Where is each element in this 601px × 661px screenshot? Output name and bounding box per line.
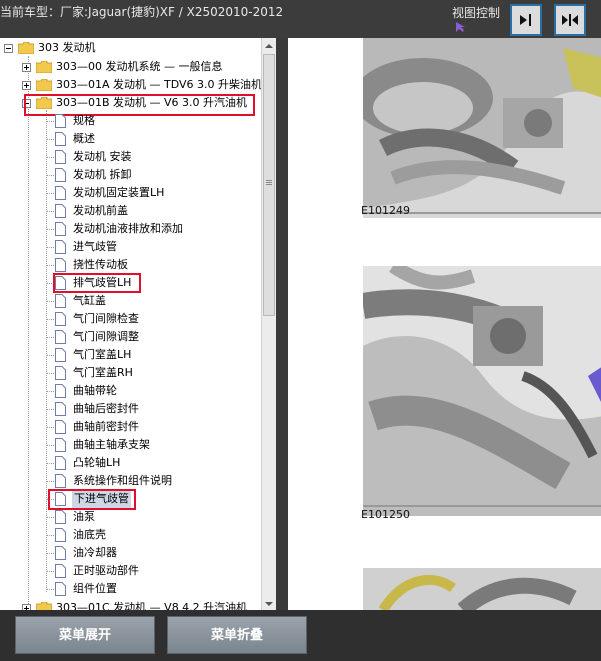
tree-leaf-label: 系统操作和组件说明 bbox=[73, 474, 172, 487]
tree-leaf-label: 发动机 安装 bbox=[73, 150, 132, 163]
tree-leaf-label: 气门室盖LH bbox=[73, 348, 132, 361]
navigation-tree: 303 发动机 303—00 发动机系统 — 一般信息 303—01A 发动机 … bbox=[0, 38, 276, 610]
document-icon bbox=[55, 528, 66, 542]
document-icon bbox=[55, 186, 66, 200]
tree-leaf-label: 挠性传动板 bbox=[73, 258, 128, 271]
highlight-box bbox=[48, 489, 136, 510]
document-icon bbox=[55, 168, 66, 182]
document-icon bbox=[55, 222, 66, 236]
document-icon bbox=[55, 294, 66, 308]
document-icon bbox=[55, 240, 66, 254]
tree-node-group[interactable]: 303—01A 发动机 — TDV6 3.0 升柴油机 bbox=[22, 76, 261, 94]
tree-leaf-label: 气门室盖RH bbox=[73, 366, 133, 379]
folder-icon bbox=[36, 602, 52, 610]
document-icon bbox=[55, 312, 66, 326]
highlight-box bbox=[53, 273, 141, 293]
tree-node-label: 303—00 发动机系统 — 一般信息 bbox=[56, 60, 223, 73]
folder-icon bbox=[36, 79, 52, 91]
tree-leaf-label: 油冷却器 bbox=[73, 546, 117, 559]
tree-leaf-label: 曲轴主轴承支架 bbox=[73, 438, 150, 451]
document-icon bbox=[55, 348, 66, 362]
tree-node-label: 303—01A 发动机 — TDV6 3.0 升柴油机 bbox=[56, 78, 261, 91]
expand-icon[interactable] bbox=[22, 81, 31, 90]
document-icon bbox=[55, 582, 66, 596]
collapse-menu-button[interactable]: 菜单折叠 bbox=[167, 616, 307, 654]
tree-connector bbox=[28, 56, 29, 610]
document-icon bbox=[55, 366, 66, 380]
collapse-panel-button[interactable] bbox=[510, 4, 542, 36]
tree-node-label: 303—01C 发动机 — V8 4.2 升汽油机 bbox=[56, 601, 248, 610]
tree-leaf-label: 进气歧管 bbox=[73, 240, 117, 253]
view-control-label: 视图控制 bbox=[452, 6, 501, 20]
tree-connector bbox=[46, 110, 47, 592]
content-panel: E101249 E101250 bbox=[288, 38, 601, 610]
document-icon bbox=[55, 132, 66, 146]
tree-leaf-label: 气门间隙调整 bbox=[73, 330, 139, 343]
tree-leaf-label: 正时驱动部件 bbox=[73, 564, 139, 577]
tree-leaf-label: 概述 bbox=[73, 132, 95, 145]
tree-leaf-label: 曲轴前密封件 bbox=[73, 420, 139, 433]
tree-node-label: 303 发动机 bbox=[38, 41, 96, 54]
document-icon bbox=[55, 114, 66, 128]
triangle-up-icon bbox=[265, 44, 273, 48]
engine-figure-image bbox=[363, 38, 601, 218]
document-icon bbox=[55, 564, 66, 578]
folder-icon bbox=[18, 42, 34, 54]
engine-figure-image bbox=[363, 266, 601, 516]
tree-leaf-label: 曲轴后密封件 bbox=[73, 402, 139, 415]
document-icon bbox=[55, 546, 66, 560]
grip-icon bbox=[266, 180, 272, 185]
top-bar: 当前车型：厂家:Jaguar(捷豹)XF / X2502010-2012 视图控… bbox=[0, 0, 601, 38]
tree-leaf-label: 凸轮轴LH bbox=[73, 456, 121, 469]
highlight-box bbox=[24, 94, 255, 116]
tree-leaf-label: 规格 bbox=[73, 114, 95, 127]
figure-caption: E101249 bbox=[361, 204, 410, 217]
collapse-icon[interactable] bbox=[4, 44, 13, 53]
document-icon bbox=[55, 420, 66, 434]
scroll-up-arrow[interactable] bbox=[262, 38, 276, 52]
tree-leaf-label: 油底壳 bbox=[73, 528, 106, 541]
expand-menu-button[interactable]: 菜单展开 bbox=[15, 616, 155, 654]
tree-leaf-label: 油泵 bbox=[73, 510, 95, 523]
vehicle-title: 当前车型：厂家:Jaguar(捷豹)XF / X2502010-2012 bbox=[0, 5, 284, 19]
document-icon bbox=[55, 456, 66, 470]
tree-leaf-label: 曲轴带轮 bbox=[73, 384, 117, 397]
document-icon bbox=[55, 474, 66, 488]
scroll-thumb[interactable] bbox=[263, 54, 275, 316]
tree-leaf-label: 发动机固定装置LH bbox=[73, 186, 165, 199]
tree-leaf-label: 发动机油液排放和添加 bbox=[73, 222, 183, 235]
scroll-down-arrow[interactable] bbox=[262, 596, 276, 610]
folder-icon bbox=[36, 61, 52, 73]
engine-figure-image bbox=[363, 568, 601, 610]
bottom-bar: 菜单展开 菜单折叠 bbox=[0, 610, 601, 661]
tree-leaf-label: 气缸盖 bbox=[73, 294, 106, 307]
document-icon bbox=[55, 330, 66, 344]
document-icon bbox=[55, 204, 66, 218]
document-icon bbox=[55, 510, 66, 524]
tree-content: 303 发动机 303—00 发动机系统 — 一般信息 303—01A 发动机 … bbox=[0, 38, 261, 610]
tree-scrollbar[interactable] bbox=[261, 38, 276, 610]
figure-caption: E101250 bbox=[361, 508, 410, 521]
expand-icon[interactable] bbox=[22, 63, 31, 72]
document-icon bbox=[55, 384, 66, 398]
tree-leaf-label: 发动机前盖 bbox=[73, 204, 128, 217]
tree-leaf-label: 发动机 拆卸 bbox=[73, 168, 132, 181]
arrow-right-bar-icon bbox=[520, 14, 531, 26]
cursor-icon bbox=[456, 22, 465, 32]
split-view-button[interactable] bbox=[554, 4, 586, 36]
split-arrows-icon bbox=[562, 14, 578, 26]
document-icon bbox=[55, 402, 66, 416]
tree-leaf-label: 气门间隙检查 bbox=[73, 312, 139, 325]
document-icon bbox=[55, 258, 66, 272]
triangle-down-icon bbox=[265, 602, 273, 606]
document-icon bbox=[55, 438, 66, 452]
document-icon bbox=[55, 150, 66, 164]
tree-leaf-label: 组件位置 bbox=[73, 582, 117, 595]
